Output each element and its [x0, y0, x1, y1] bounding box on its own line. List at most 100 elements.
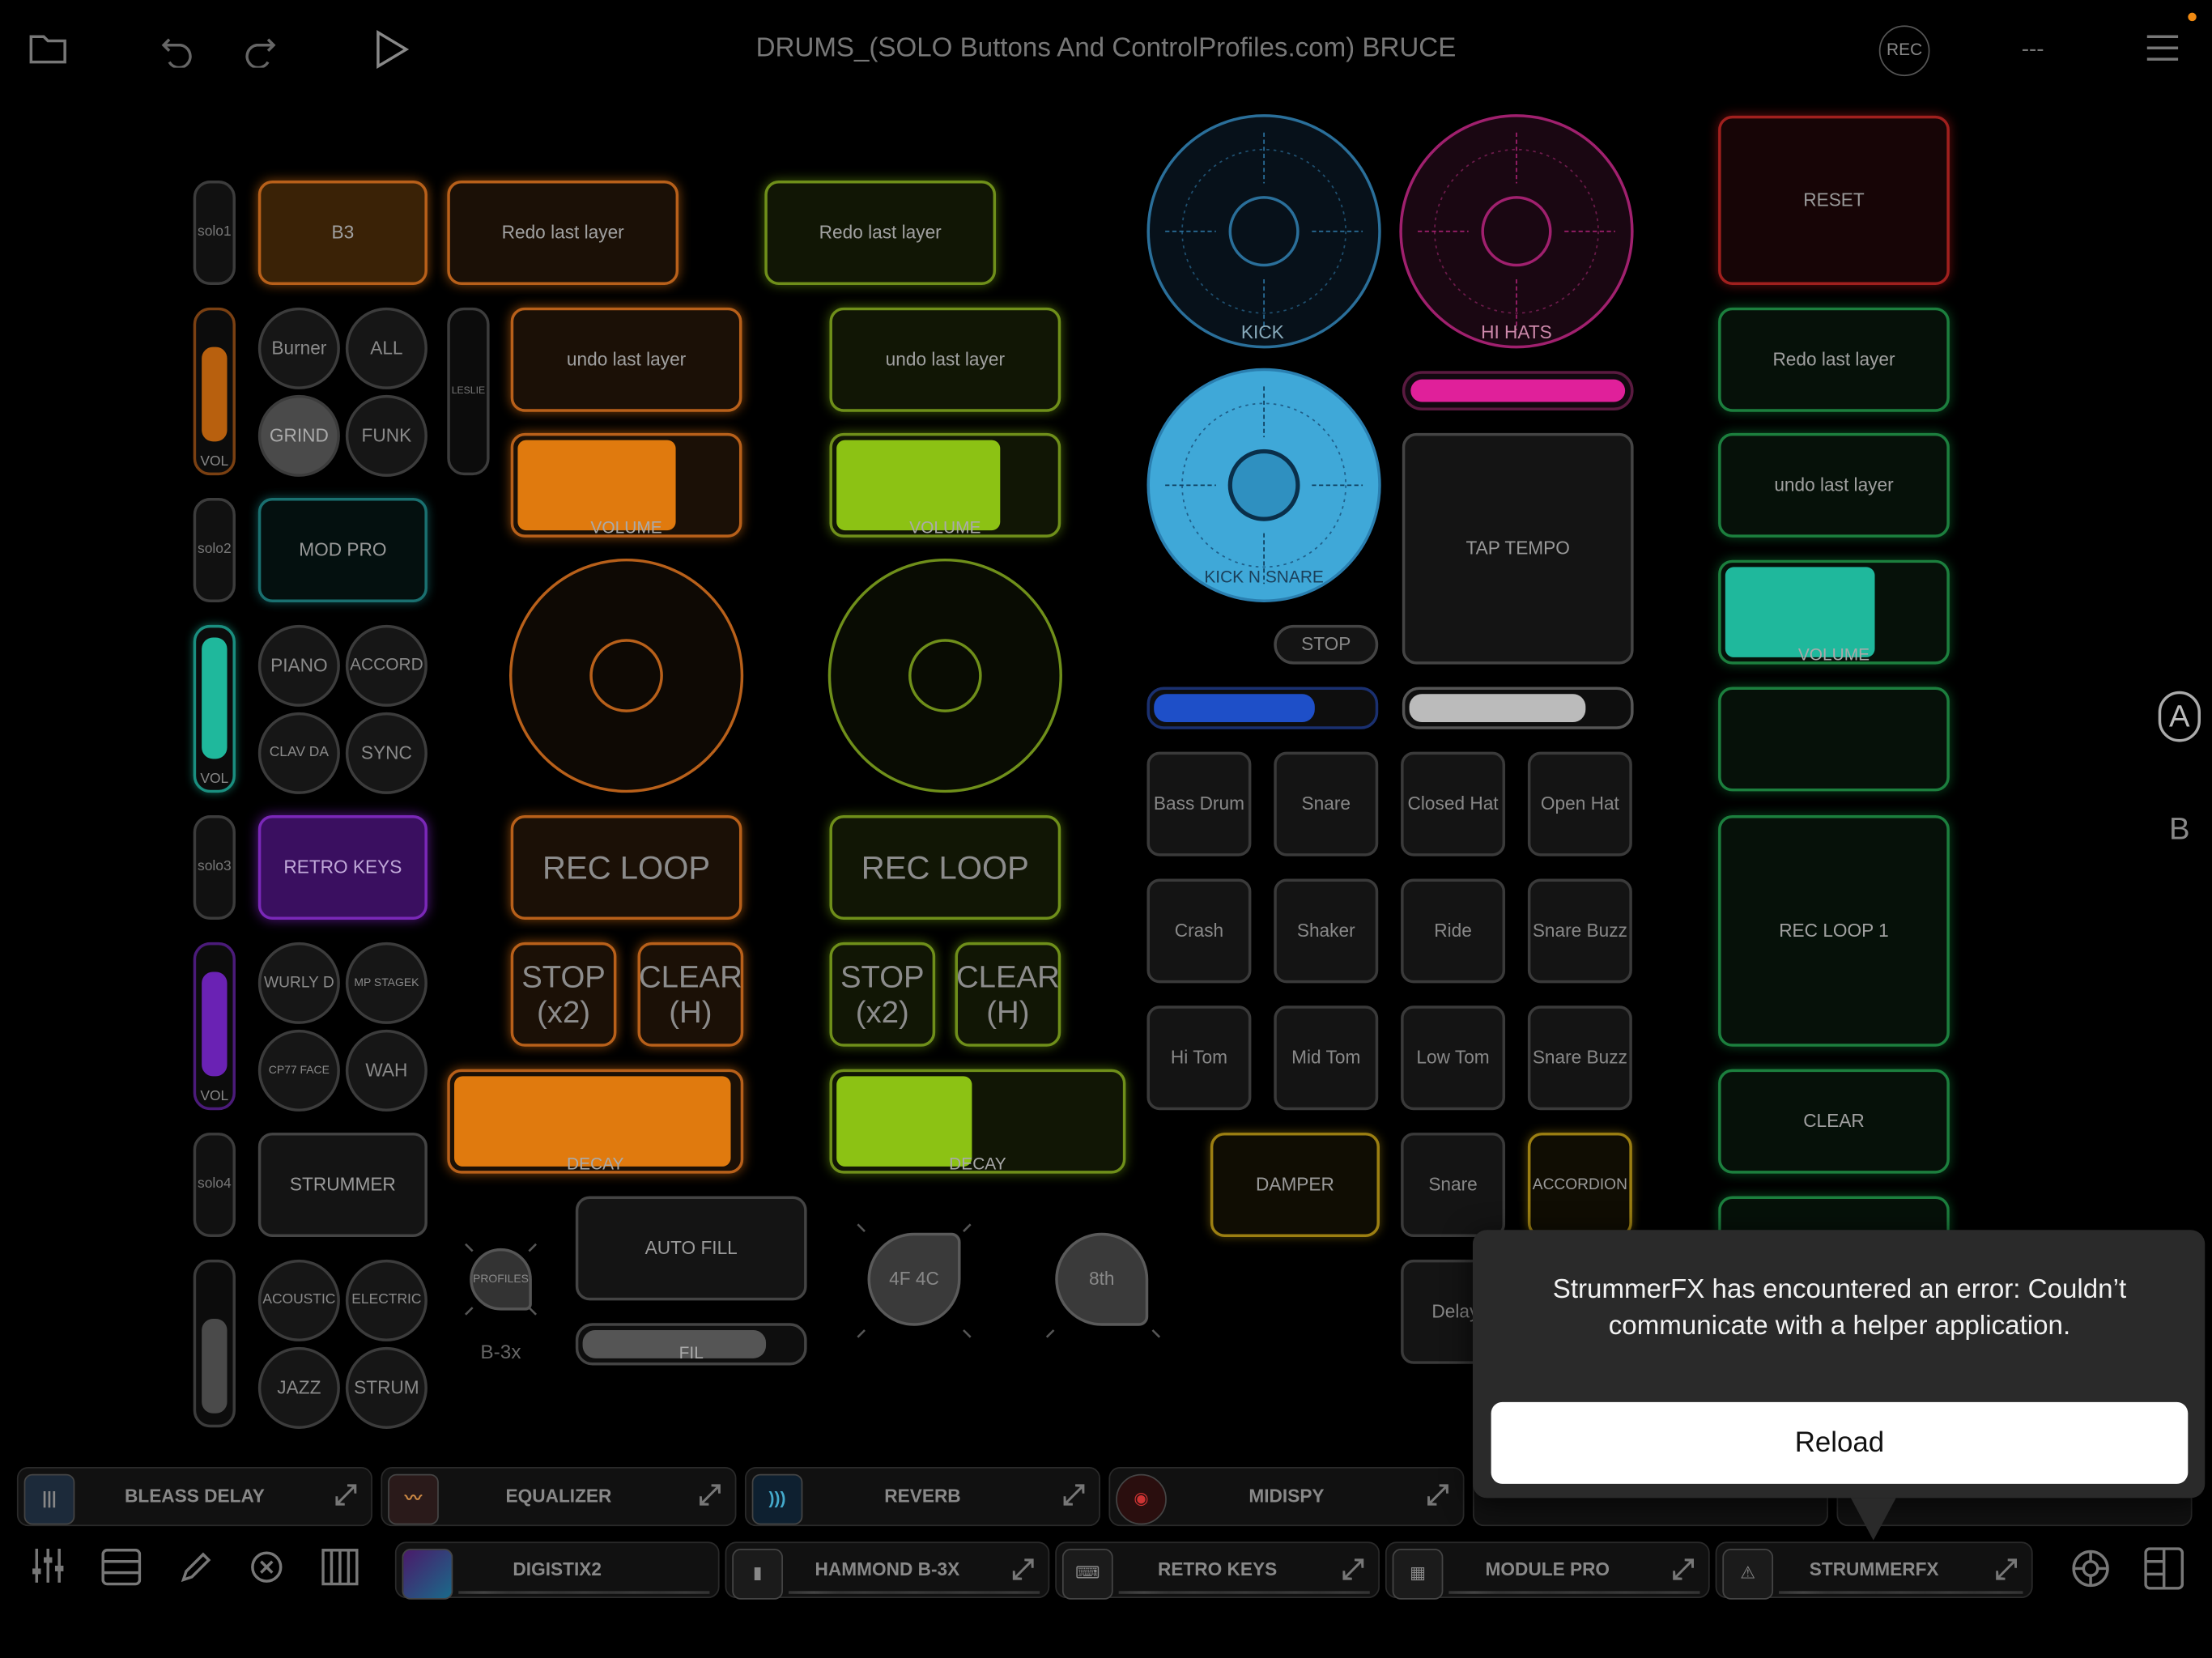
all-button[interactable]: ALL: [345, 307, 428, 389]
clear-h-button-1[interactable]: CLEAR (H): [637, 942, 744, 1047]
close-circle-icon[interactable]: [249, 1550, 283, 1584]
leslie-slider[interactable]: LESLIE: [447, 307, 490, 476]
snare-buzz-pad-2[interactable]: Snare Buzz: [1527, 1005, 1632, 1111]
clear-button[interactable]: CLEAR: [1718, 1069, 1950, 1174]
reset-button[interactable]: RESET: [1718, 115, 1950, 285]
auto-fill-button[interactable]: AUTO FILL: [575, 1196, 807, 1301]
rec-loop-button-1[interactable]: REC LOOP: [510, 815, 742, 920]
stop-button[interactable]: STOP: [1274, 624, 1379, 665]
expand-icon[interactable]: ⤢: [1011, 1554, 1034, 1587]
sync-button[interactable]: SYNC: [345, 712, 428, 794]
plugin-equalizer[interactable]: 〰 EQUALIZER ⤢: [381, 1466, 737, 1527]
hi-tom-pad[interactable]: Hi Tom: [1146, 1005, 1252, 1111]
decay-slider-2[interactable]: DECAY: [829, 1069, 1126, 1174]
grind-button[interactable]: GRIND: [257, 394, 340, 477]
cp77-face-button[interactable]: CP77 FACE: [257, 1029, 340, 1112]
vol-slider-orange[interactable]: VOL: [193, 307, 236, 476]
snare-buzz-pad[interactable]: Snare Buzz: [1527, 878, 1632, 984]
expand-icon[interactable]: ⤢: [1062, 1480, 1085, 1512]
loop-dial-1[interactable]: [508, 557, 745, 794]
funk-button[interactable]: FUNK: [345, 394, 428, 477]
8th-knob[interactable]: 8th: [1055, 1232, 1149, 1326]
menu-icon[interactable]: [2144, 31, 2180, 65]
plugin-retro-keys[interactable]: ⌨ RETRO KEYS ⤢: [1055, 1541, 1380, 1600]
tap-tempo-button[interactable]: TAP TEMPO: [1402, 432, 1634, 665]
acoustic-button[interactable]: ACOUSTIC: [257, 1259, 340, 1341]
mid-tom-pad[interactable]: Mid Tom: [1274, 1005, 1379, 1111]
solo3-button[interactable]: solo3: [193, 815, 236, 920]
kick-pad[interactable]: [1146, 113, 1383, 350]
shaker-pad[interactable]: Shaker: [1274, 878, 1379, 984]
expand-icon[interactable]: ⤢: [1672, 1554, 1695, 1587]
layout-icon[interactable]: [2144, 1547, 2184, 1590]
plugin-strummerfx[interactable]: ⚠ STRUMMERFX ⤢: [1715, 1541, 2033, 1600]
expand-icon[interactable]: ⤢: [334, 1480, 357, 1512]
snare-pad-2[interactable]: Snare: [1401, 1133, 1506, 1237]
undo-last-layer-button-1[interactable]: undo last layer: [510, 307, 742, 412]
expand-icon[interactable]: ⤢: [1995, 1554, 2018, 1587]
closed-hat-pad[interactable]: Closed Hat: [1401, 751, 1506, 857]
solo1-button[interactable]: solo1: [193, 181, 236, 285]
undo-last-layer-button-2[interactable]: undo last layer: [829, 307, 1061, 412]
expand-icon[interactable]: ⤢: [1426, 1480, 1448, 1512]
pencil-icon[interactable]: [178, 1549, 215, 1585]
electric-button[interactable]: ELECTRIC: [345, 1259, 428, 1341]
jazz-button[interactable]: JAZZ: [257, 1346, 340, 1429]
mp-stagek-button[interactable]: MP STAGEK: [345, 942, 428, 1024]
wah-button[interactable]: WAH: [345, 1029, 428, 1112]
strummer-button[interactable]: STRUMMER: [257, 1133, 428, 1237]
rec-button[interactable]: REC: [1878, 25, 1930, 77]
scene-a-button[interactable]: A: [2158, 691, 2201, 742]
crash-pad[interactable]: Crash: [1146, 878, 1252, 984]
low-tom-pad[interactable]: Low Tom: [1401, 1005, 1506, 1111]
wurly-d-button[interactable]: WURLY D: [257, 942, 340, 1024]
stop-x2-button-2[interactable]: STOP (x2): [829, 942, 936, 1047]
redo-icon[interactable]: [240, 28, 279, 70]
redo-last-layer-button-2[interactable]: Redo last layer: [764, 181, 997, 285]
bass-drum-pad[interactable]: Bass Drum: [1146, 751, 1252, 857]
solo4-button[interactable]: solo4: [193, 1133, 236, 1237]
expand-icon[interactable]: ⤢: [698, 1480, 721, 1512]
white-slider[interactable]: [1402, 687, 1634, 729]
retro-keys-button[interactable]: RETRO KEYS: [257, 815, 428, 920]
tuner-icon[interactable]: [2069, 1547, 2112, 1589]
mod-pro-button[interactable]: MOD PRO: [257, 498, 428, 602]
vol-slider-teal[interactable]: VOL: [193, 624, 236, 793]
plugin-bleass-delay[interactable]: ||| BLEASS DELAY ⤢: [16, 1466, 372, 1527]
b3-button[interactable]: B3: [257, 181, 428, 285]
plugin-midispy[interactable]: ◉ MIDISPY ⤢: [1108, 1466, 1465, 1527]
piano-button[interactable]: PIANO: [257, 624, 340, 707]
vol-slider-purple[interactable]: VOL: [193, 942, 236, 1111]
accordion-button[interactable]: ACCORDION: [1527, 1133, 1632, 1237]
undo-icon[interactable]: [158, 28, 198, 70]
play-icon[interactable]: [372, 28, 412, 70]
blue-slider[interactable]: [1146, 687, 1379, 729]
burner-button[interactable]: Burner: [257, 307, 340, 389]
vol-slider-grey[interactable]: [193, 1259, 236, 1428]
plugin-module-pro[interactable]: ▦ MODULE PRO ⤢: [1385, 1541, 1710, 1600]
undo-last-layer-button-3[interactable]: undo last layer: [1718, 432, 1950, 538]
redo-last-layer-button-3[interactable]: Redo last layer: [1718, 307, 1950, 412]
stop-x2-button-1[interactable]: STOP (x2): [510, 942, 617, 1047]
solo2-button[interactable]: solo2: [193, 498, 236, 602]
ride-pad[interactable]: Ride: [1401, 878, 1506, 984]
loop-dial-2[interactable]: [827, 557, 1064, 794]
volume-slider-2[interactable]: VOLUME: [829, 432, 1061, 538]
strum-button[interactable]: STRUM: [345, 1346, 428, 1429]
volume-slider-1[interactable]: VOLUME: [510, 432, 742, 538]
list-icon[interactable]: [101, 1549, 142, 1586]
4f4c-knob[interactable]: 4F 4C: [867, 1232, 961, 1326]
mixer-icon[interactable]: [28, 1546, 68, 1586]
folder-icon[interactable]: [28, 28, 68, 68]
fil-slider[interactable]: FIL: [575, 1323, 807, 1366]
decay-slider-1[interactable]: DECAY: [447, 1069, 744, 1174]
profiles-knob[interactable]: PROFILES: [470, 1248, 532, 1311]
expand-icon[interactable]: ⤢: [1342, 1554, 1364, 1587]
clear-h-button-2[interactable]: CLEAR (H): [955, 942, 1061, 1047]
snare-pad[interactable]: Snare: [1274, 751, 1379, 857]
plugin-digistix2[interactable]: DIGISTIX2: [394, 1541, 720, 1600]
plugin-hammond-b3x[interactable]: ▮ HAMMOND B-3X ⤢: [725, 1541, 1050, 1600]
scene-b-button[interactable]: B: [2159, 804, 2201, 855]
damper-button[interactable]: DAMPER: [1210, 1133, 1380, 1237]
rec-loop-button-2[interactable]: REC LOOP: [829, 815, 1061, 920]
